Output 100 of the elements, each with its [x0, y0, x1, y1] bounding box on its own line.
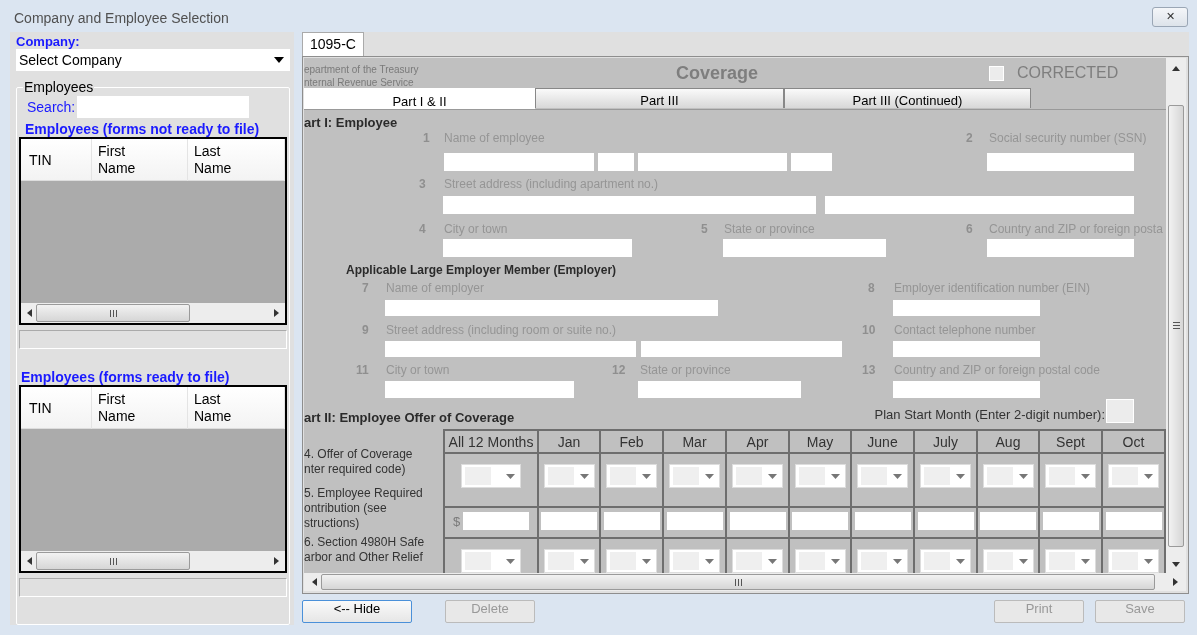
input-field[interactable]	[385, 341, 636, 357]
amount-field[interactable]	[792, 512, 848, 530]
input-field[interactable]	[385, 381, 574, 398]
caret-icon	[893, 558, 902, 564]
dropdown-field[interactable]	[543, 464, 595, 488]
input-field[interactable]	[893, 381, 1040, 398]
amount-field[interactable]	[666, 512, 723, 530]
amount-field[interactable]	[729, 512, 786, 530]
corrected-label: CORRECTED	[1017, 64, 1119, 82]
document-tab[interactable]: 1095-C	[302, 32, 364, 56]
dropdown-field[interactable]	[857, 549, 908, 573]
row-label: 6. Section 4980H Safe arbor and Other Relief	[304, 535, 425, 565]
input-field[interactable]	[443, 239, 632, 257]
column-header: Feb	[601, 431, 664, 454]
horizontal-scrollbar[interactable]	[304, 573, 1186, 591]
amount-field[interactable]	[980, 512, 1036, 530]
input-field[interactable]	[598, 153, 634, 171]
input-field[interactable]	[723, 239, 886, 257]
dropdown-field[interactable]	[1045, 549, 1096, 573]
amount-field[interactable]	[917, 512, 974, 530]
amount-field[interactable]	[541, 512, 597, 530]
company-select[interactable]: Select Company	[16, 49, 290, 71]
input-field[interactable]	[443, 196, 816, 214]
dropdown-field[interactable]	[857, 464, 908, 488]
input-field[interactable]	[638, 381, 801, 398]
amount-field[interactable]	[603, 512, 660, 530]
dropdown-field[interactable]	[543, 549, 595, 573]
scroll-thumb[interactable]	[36, 552, 190, 570]
input-field[interactable]	[825, 196, 1134, 214]
amount-field[interactable]	[1105, 512, 1162, 530]
input-field[interactable]	[791, 153, 832, 171]
dropdown-field[interactable]	[461, 549, 521, 573]
section-heading: art I: Employee	[304, 115, 398, 130]
input-field[interactable]	[638, 153, 787, 171]
horizontal-scrollbar[interactable]	[21, 551, 285, 571]
horizontal-scrollbar[interactable]	[21, 303, 285, 323]
dropdown-field[interactable]	[1108, 464, 1159, 488]
caret-icon	[768, 473, 777, 479]
plan-start-label: Plan Start Month (Enter 2-digit number):	[874, 407, 1105, 422]
scroll-left-icon	[312, 578, 317, 586]
input-field[interactable]	[987, 239, 1134, 257]
row-label: 4. Offer of Coverage nter required code)	[304, 447, 413, 477]
dropdown-field[interactable]	[606, 549, 657, 573]
dropdown-field[interactable]	[669, 464, 720, 488]
grip-icon	[1172, 322, 1180, 329]
dropdown-field[interactable]	[794, 464, 846, 488]
action-button[interactable]: <-- Hide	[302, 600, 412, 623]
dropdown-field[interactable]	[1045, 464, 1096, 488]
dropdown-field[interactable]	[732, 464, 783, 488]
caret-icon	[1081, 473, 1090, 479]
vertical-scrollbar[interactable]	[1166, 58, 1186, 573]
scroll-up-icon	[1172, 66, 1180, 71]
input-field[interactable]	[444, 153, 594, 171]
part-tab[interactable]: Part I & II	[304, 88, 535, 109]
dropdown-field[interactable]	[982, 549, 1034, 573]
column-header: May	[790, 431, 852, 454]
amount-field[interactable]	[463, 512, 530, 530]
corrected-checkbox[interactable]	[989, 66, 1004, 81]
column-header: Mar	[664, 431, 727, 454]
column-header: Aug	[978, 431, 1040, 454]
scroll-left-icon	[27, 309, 32, 317]
input-field[interactable]	[987, 153, 1134, 171]
dropdown-field[interactable]	[920, 549, 971, 573]
dropdown-field[interactable]	[606, 464, 657, 488]
caret-icon	[893, 473, 902, 479]
caret-icon	[506, 558, 515, 564]
input-field[interactable]	[641, 341, 842, 357]
table-title: Employees (forms ready to file)	[21, 369, 231, 385]
caret-icon	[579, 473, 589, 479]
dropdown-field[interactable]	[461, 464, 521, 488]
dropdown-field[interactable]	[669, 549, 720, 573]
input-field[interactable]	[893, 341, 1040, 357]
scroll-left-icon	[27, 557, 32, 565]
part-tab[interactable]: Part III	[535, 88, 784, 108]
search-field[interactable]	[77, 96, 250, 118]
dropdown-field[interactable]	[732, 549, 783, 573]
row-label: 5. Employee Required ontribution (see structions)	[304, 486, 423, 531]
input-field[interactable]	[893, 300, 1040, 316]
scroll-thumb[interactable]	[321, 574, 1155, 590]
part-tab[interactable]: Part III (Continued)	[784, 88, 1031, 108]
caret-icon	[830, 558, 840, 564]
amount-field[interactable]	[1042, 512, 1099, 530]
scroll-thumb[interactable]	[1168, 104, 1184, 547]
caret-icon	[579, 558, 589, 564]
window-title: Company and Employee Selection	[14, 10, 229, 26]
amount-field[interactable]	[854, 512, 911, 530]
dropdown-field[interactable]	[920, 464, 971, 488]
close-button[interactable]: ✕	[1152, 6, 1188, 27]
dropdown-field[interactable]	[982, 464, 1034, 488]
dropdown-field[interactable]	[1108, 549, 1159, 573]
caret-icon	[768, 558, 777, 564]
company-label: Company:	[16, 35, 81, 49]
grip-icon	[109, 557, 117, 565]
scroll-thumb[interactable]	[36, 304, 190, 322]
dropdown-field[interactable]	[794, 549, 846, 573]
plan-start-field[interactable]	[1106, 399, 1134, 423]
column-header: All 12 Months	[445, 431, 539, 454]
input-field[interactable]	[385, 300, 718, 316]
caret-icon	[1081, 558, 1090, 564]
table-title: Employees (forms not ready to file)	[25, 121, 261, 137]
